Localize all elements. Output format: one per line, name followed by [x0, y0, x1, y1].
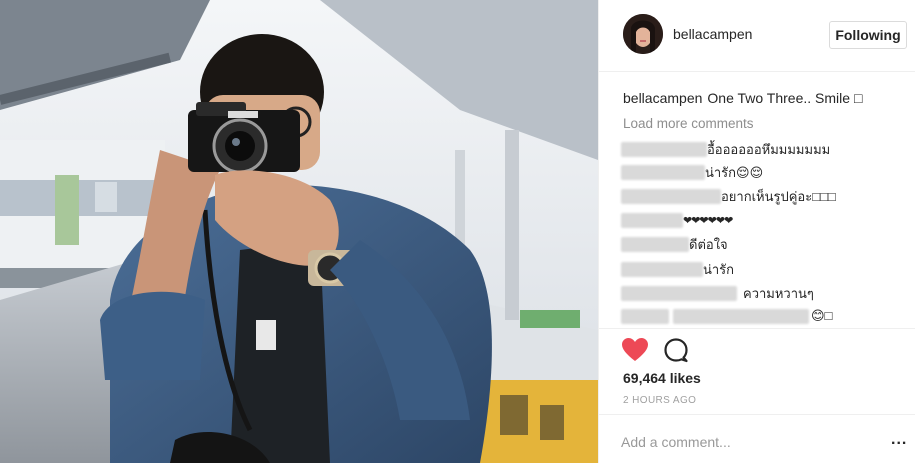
- comment-text: ดีต่อใจ: [689, 236, 728, 252]
- caption-author-link[interactable]: bellacampen: [623, 90, 702, 106]
- comment-3: อยากเห็นรูปคู่อะ□□□: [621, 187, 836, 205]
- blurred-username: [621, 188, 721, 204]
- likes-count[interactable]: 69,464 likes: [623, 370, 701, 386]
- comment-4: ❤❤❤❤❤❤: [621, 211, 733, 229]
- post-caption: bellacampen One Two Three.. Smile □: [623, 90, 862, 106]
- following-button[interactable]: Following: [829, 21, 907, 49]
- comment-text: อื้ออออออหึมมมมมมม: [707, 141, 831, 157]
- post-actions: 69,464 likes 2 HOURS AGO: [599, 328, 915, 414]
- comment-text: ❤❤❤❤❤❤: [683, 214, 733, 227]
- comment-1: อื้ออออออหึมมมมมมม: [621, 140, 830, 158]
- post-header: bellacampen Following: [599, 0, 915, 72]
- comment-8: 😊□: [621, 307, 832, 325]
- blurred-username: [621, 236, 689, 252]
- blurred-username: [621, 308, 669, 324]
- load-more-comments-link[interactable]: Load more comments: [623, 116, 754, 131]
- blurred-text: [673, 308, 809, 324]
- instagram-post: bellacampen Following bellacampen One Two…: [0, 0, 915, 463]
- post-timestamp[interactable]: 2 HOURS AGO: [623, 395, 696, 406]
- avatar-image: [623, 14, 663, 54]
- caption-text: One Two Three.. Smile □: [707, 90, 863, 106]
- username-link[interactable]: bellacampen: [673, 26, 752, 42]
- add-comment-bar: ...: [599, 414, 915, 463]
- more-options-button[interactable]: ...: [891, 432, 907, 448]
- comment-text: 😊□: [811, 308, 833, 323]
- avatar[interactable]: [623, 14, 663, 54]
- comment-text: น่ารัก: [703, 261, 735, 277]
- comment-7: ความหวานๆ: [621, 284, 814, 302]
- comment-bubble-icon[interactable]: [663, 337, 689, 363]
- comment-2: น่ารัก😌😌: [621, 163, 763, 181]
- blurred-username: [621, 261, 703, 277]
- comment-text: อยากเห็นรูปคู่อะ□□□: [721, 188, 836, 204]
- comment-6: น่ารัก: [621, 260, 734, 278]
- blurred-username: [621, 164, 705, 180]
- blurred-username: [621, 212, 683, 228]
- photo-man-with-camera: [0, 0, 598, 463]
- comment-5: ดีต่อใจ: [621, 235, 728, 253]
- comment-text: ความหวานๆ: [743, 285, 814, 301]
- post-side-panel: bellacampen Following bellacampen One Two…: [598, 0, 915, 463]
- blurred-username: [621, 141, 707, 157]
- comment-text: น่ารัก😌😌: [705, 164, 764, 180]
- heart-icon[interactable]: [621, 337, 649, 363]
- post-photo[interactable]: [0, 0, 598, 463]
- blurred-username: [621, 285, 737, 301]
- add-comment-input[interactable]: [621, 434, 861, 450]
